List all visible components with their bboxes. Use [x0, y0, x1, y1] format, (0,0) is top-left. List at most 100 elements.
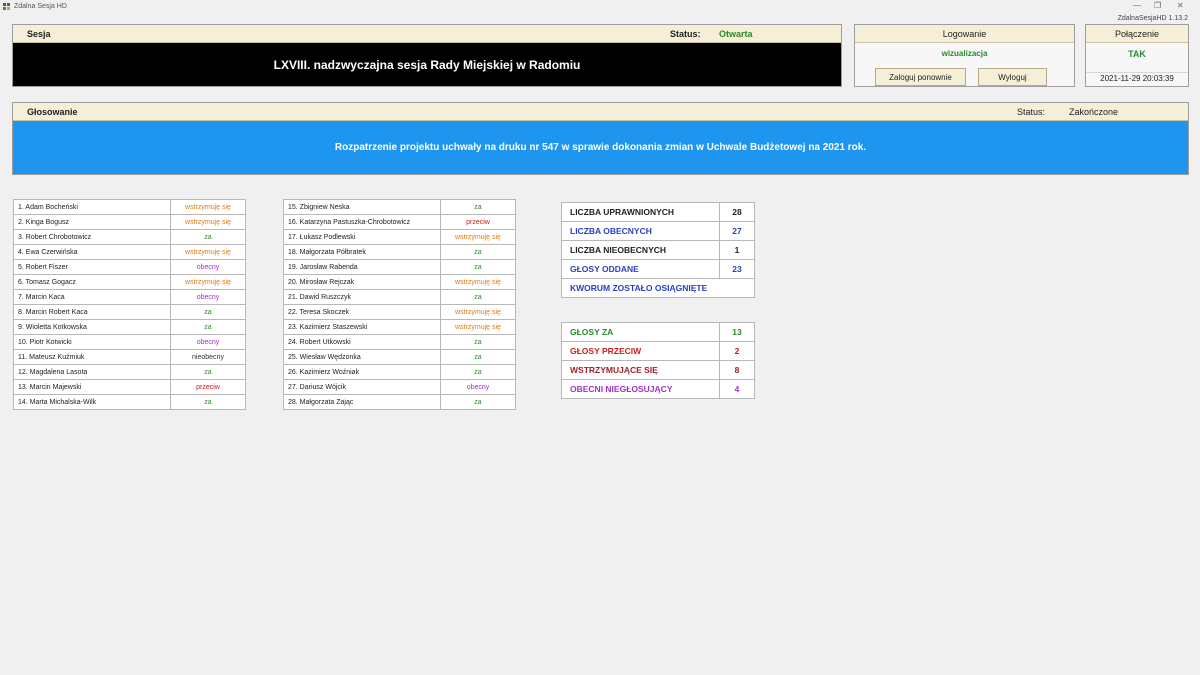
login-mode: wizualizacja	[941, 49, 988, 58]
voting-subject: Rozpatrzenie projektu uchwały na druku n…	[334, 142, 867, 153]
table-row: 15. Zbigniew Neska za	[283, 199, 516, 215]
stats-label: GŁOSY ODDANE	[561, 259, 720, 279]
councillor-name: 21. Dawid Ruszczyk	[283, 289, 441, 305]
councillor-vote: za	[170, 394, 246, 410]
voting-label: Głosowanie	[27, 107, 78, 117]
councillor-vote: za	[170, 319, 246, 335]
councillor-vote: wstrzymuję się	[170, 214, 246, 230]
councillor-vote: za	[440, 364, 516, 380]
councillor-name: 20. Mirosław Rejczak	[283, 274, 441, 290]
login-header: Logowanie	[855, 25, 1074, 43]
login-panel: Logowanie wizualizacja Zaloguj ponownie …	[854, 24, 1075, 87]
councillor-vote: przeciw	[440, 214, 516, 230]
councillor-vote: za	[440, 199, 516, 215]
councillor-vote: obecny	[440, 379, 516, 395]
stats-label: LICZBA UPRAWNIONYCH	[561, 202, 720, 222]
councillor-name: 5. Robert Fiszer	[13, 259, 171, 275]
result-value: 13	[719, 322, 755, 342]
table-row: 2. Kinga Bogusz wstrzymuję się	[13, 214, 246, 230]
connection-status: TAK	[1128, 49, 1146, 59]
councillor-vote: za	[170, 304, 246, 320]
councillor-vote: za	[440, 349, 516, 365]
voting-subject-bar: Rozpatrzenie projektu uchwały na druku n…	[13, 121, 1188, 174]
relogin-button[interactable]: Zaloguj ponownie	[875, 68, 966, 86]
councillor-name: 11. Mateusz Kuźmiuk	[13, 349, 171, 365]
table-row: 10. Piotr Kotwicki obecny	[13, 334, 246, 350]
councillor-name: 18. Małgorzata Półbratek	[283, 244, 441, 260]
table-row: 12. Magdalena Lasota za	[13, 364, 246, 380]
councillor-vote: wstrzymuję się	[170, 274, 246, 290]
restore-icon[interactable]: ❐	[1154, 1, 1161, 10]
result-row-przeciw: GŁOSY PRZECIW 2	[561, 341, 755, 361]
councillor-name: 28. Małgorzata Zając	[283, 394, 441, 410]
voting-panel: Głosowanie Status: Zakończone Rozpatrzen…	[12, 102, 1189, 175]
stats-row-obecnych: LICZBA OBECNYCH 27	[561, 221, 755, 241]
councillor-vote: wstrzymuję się	[170, 199, 246, 215]
councillor-name: 19. Jarosław Rabenda	[283, 259, 441, 275]
session-label: Sesja	[27, 29, 51, 39]
table-row: 9. Wioletta Kotkowska za	[13, 319, 246, 335]
table-row: 4. Ewa Czerwińska wstrzymuję się	[13, 244, 246, 260]
stats-value: 23	[719, 259, 755, 279]
table-row: 17. Łukasz Podlewski wstrzymuję się	[283, 229, 516, 245]
councillor-name: 6. Tomasz Gogacz	[13, 274, 171, 290]
councillor-vote: nieobecny	[170, 349, 246, 365]
result-value: 2	[719, 341, 755, 361]
stats-row-kworum: KWORUM ZOSTAŁO OSIĄGNIĘTE	[561, 278, 755, 298]
result-label: GŁOSY ZA	[561, 322, 720, 342]
table-row: 28. Małgorzata Zając za	[283, 394, 516, 410]
councillor-name: 17. Łukasz Podlewski	[283, 229, 441, 245]
attendance-stats-table: LICZBA UPRAWNIONYCH 28 LICZBA OBECNYCH 2…	[561, 202, 755, 298]
councillor-name: 3. Robert Chrobotowicz	[13, 229, 171, 245]
councillor-vote: za	[170, 364, 246, 380]
table-row: 23. Kazimierz Staszewski wstrzymuję się	[283, 319, 516, 335]
stats-row-nieobecnych: LICZBA NIEOBECNYCH 1	[561, 240, 755, 260]
app-version: ZdalnaSesjaHD 1.13.2	[1117, 15, 1188, 22]
session-panel: Sesja Status: Otwarta LXVIII. nadzwyczaj…	[12, 24, 842, 87]
session-header: Sesja Status: Otwarta	[13, 25, 841, 43]
councillor-vote: za	[170, 229, 246, 245]
table-row: 16. Katarzyna Pastuszka-Chrobotowicz prze…	[283, 214, 516, 230]
table-row: 11. Mateusz Kuźmiuk nieobecny	[13, 349, 246, 365]
connection-datetime: 2021-11-29 20:03:39	[1086, 72, 1188, 83]
result-value: 4	[719, 379, 755, 399]
voting-header: Głosowanie Status: Zakończone	[13, 103, 1188, 121]
stats-value: 28	[719, 202, 755, 222]
table-row: 13. Marcin Majewski przeciw	[13, 379, 246, 395]
councillor-name: 1. Adam Bocheński	[13, 199, 171, 215]
councillor-name: 2. Kinga Bogusz	[13, 214, 171, 230]
result-label: WSTRZYMUJĄCE SIĘ	[561, 360, 720, 380]
councillor-vote: obecny	[170, 334, 246, 350]
councillor-name: 14. Marta Michalska-Wilk	[13, 394, 171, 410]
close-icon[interactable]: ✕	[1177, 1, 1184, 10]
result-row-nieglosujacy: OBECNI NIEGŁOSUJĄCY 4	[561, 379, 755, 399]
session-name-bar: LXVIII. nadzwyczajna sesja Rady Miejskie…	[13, 43, 841, 86]
logout-button[interactable]: Wyloguj	[978, 68, 1047, 86]
councillor-name: 15. Zbigniew Neska	[283, 199, 441, 215]
table-row: 7. Marcin Kaca obecny	[13, 289, 246, 305]
table-row: 6. Tomasz Gogacz wstrzymuję się	[13, 274, 246, 290]
result-value: 8	[719, 360, 755, 380]
connection-header: Połączenie	[1086, 25, 1188, 43]
councillor-vote: przeciw	[170, 379, 246, 395]
councillor-vote: za	[440, 259, 516, 275]
councillor-name: 7. Marcin Kaca	[13, 289, 171, 305]
councillor-name: 12. Magdalena Lasota	[13, 364, 171, 380]
table-row: 8. Marcin Robert Kaca za	[13, 304, 246, 320]
table-row: 25. Wiesław Wędzonka za	[283, 349, 516, 365]
minimize-icon[interactable]: —	[1133, 1, 1141, 10]
app-logo-icon	[3, 3, 11, 11]
stats-value: 1	[719, 240, 755, 260]
table-row: 18. Małgorzata Półbratek za	[283, 244, 516, 260]
session-status-value: Otwarta	[719, 29, 753, 39]
table-row: 20. Mirosław Rejczak wstrzymuję się	[283, 274, 516, 290]
councillor-name: 24. Robert Utkowski	[283, 334, 441, 350]
table-row: 14. Marta Michalska-Wilk za	[13, 394, 246, 410]
table-row: 3. Robert Chrobotowicz za	[13, 229, 246, 245]
result-label: OBECNI NIEGŁOSUJĄCY	[561, 379, 720, 399]
stats-row-uprawnionych: LICZBA UPRAWNIONYCH 28	[561, 202, 755, 222]
votes-table-left: 1. Adam Bocheński wstrzymuję się 2. Kinga …	[13, 199, 246, 410]
councillor-name: 13. Marcin Majewski	[13, 379, 171, 395]
table-row: 22. Teresa Skoczek wstrzymuję się	[283, 304, 516, 320]
table-row: 5. Robert Fiszer obecny	[13, 259, 246, 275]
